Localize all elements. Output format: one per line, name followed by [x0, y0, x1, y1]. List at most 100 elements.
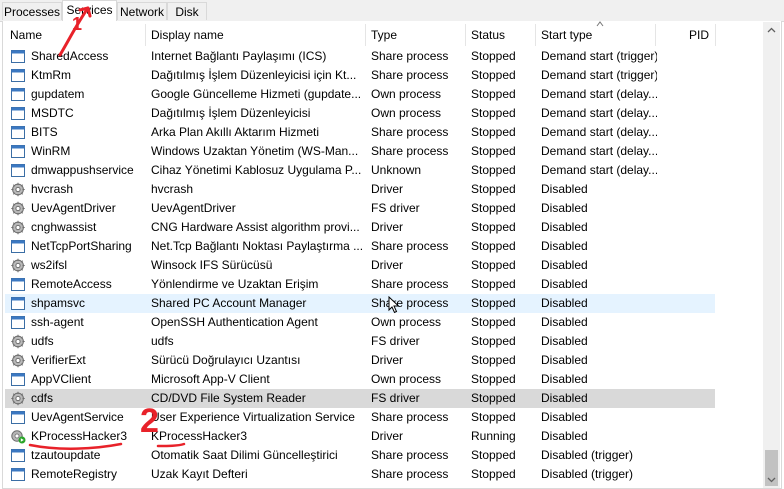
service-pid — [660, 85, 715, 104]
service-pid — [660, 446, 715, 465]
column-type-header[interactable]: Type — [366, 24, 466, 46]
service-name: VerifierExt — [31, 353, 86, 367]
service-start-type: Disabled — [541, 353, 588, 367]
service-pid — [660, 313, 715, 332]
service-display-name: udfs — [151, 334, 174, 348]
table-row[interactable]: ssh-agent OpenSSH Authentication Agent Own… — [5, 313, 715, 332]
service-name: hvcrash — [31, 182, 74, 196]
table-row[interactable]: KtmRm Dağıtılmış İşlem Düzenleyicisi için… — [5, 66, 715, 85]
table-row[interactable]: ws2ifsl Winsock IFS Sürücüsü Driver Stopped… — [5, 256, 715, 275]
service-type: Unknown — [371, 163, 422, 177]
service-name: UevAgentService — [31, 410, 124, 424]
table-row[interactable]: AppVClient Microsoft App-V Client Own proc… — [5, 370, 715, 389]
service-display-name: Winsock IFS Sürücüsü — [151, 258, 273, 272]
service-name: ssh-agent — [31, 315, 84, 329]
service-name: NetTcpPortSharing — [31, 239, 132, 253]
service-type: Share process — [371, 68, 449, 82]
service-pid — [660, 389, 715, 408]
table-row[interactable]: NetTcpPortSharing Net.Tcp Bağlantı Noktas… — [5, 237, 715, 256]
service-status: Stopped — [471, 277, 516, 291]
column-name-header[interactable]: Name — [5, 24, 146, 46]
table-row[interactable]: dmwappushservice Cihaz Yönetimi Kablosuz … — [5, 161, 715, 180]
tab-disk[interactable]: Disk — [167, 2, 207, 20]
table-row[interactable]: SharedAccess Internet Bağlantı Paylaşımı … — [5, 47, 715, 66]
table-row[interactable]: gupdatem Google Güncelleme Hizmeti (gupda… — [5, 85, 715, 104]
service-display-name: Dağıtılmış İşlem Düzenleyicisi için Kt..… — [151, 68, 357, 82]
table-row[interactable]: MSDTC Dağıtılmış İşlem Düzenleyicisi Own p… — [5, 104, 715, 123]
column-status-header[interactable]: Status — [466, 24, 536, 46]
table-row[interactable]: tzautoupdate Otomatik Saat Dilimi Güncell… — [5, 446, 715, 465]
service-start-type: Disabled — [541, 220, 588, 234]
table-row[interactable]: BITS Arka Plan Akıllı Aktarım Hizmeti Shar… — [5, 123, 715, 142]
column-display-name-header[interactable]: Display name — [146, 24, 366, 46]
service-pid — [660, 237, 715, 256]
table-row[interactable]: cdfs CD/DVD File System Reader FS driver St… — [5, 389, 715, 408]
service-status: Stopped — [471, 106, 516, 120]
table-row[interactable]: hvcrash hvcrash Driver Stopped Disabled — [5, 180, 715, 199]
vertical-scrollbar[interactable] — [763, 22, 780, 488]
service-pid — [660, 66, 715, 85]
service-status: Stopped — [471, 334, 516, 348]
service-type: FS driver — [371, 201, 420, 215]
service-type: Driver — [371, 429, 403, 443]
service-display-name: User Experience Virtualization Service — [151, 410, 355, 424]
scroll-up-arrow-icon[interactable] — [763, 22, 780, 39]
service-display-name: Yönlendirme ve Uzaktan Erişim — [151, 277, 319, 291]
service-display-name: Uzak Kayıt Defteri — [151, 467, 248, 481]
service-status: Stopped — [471, 296, 516, 310]
service-type: Share process — [371, 239, 449, 253]
scroll-down-arrow-icon[interactable] — [763, 471, 780, 488]
service-start-type: Disabled — [541, 239, 588, 253]
service-display-name: Net.Tcp Bağlantı Noktası Paylaştırma ... — [151, 239, 364, 253]
service-start-type: Disabled — [541, 410, 588, 424]
service-type: Share process — [371, 448, 449, 462]
service-status: Stopped — [471, 315, 516, 329]
service-name: MSDTC — [31, 106, 74, 120]
service-start-type: Disabled — [541, 296, 588, 310]
service-type: Own process — [371, 372, 442, 386]
service-status: Stopped — [471, 467, 516, 481]
table-row[interactable]: KProcessHacker3 KProcessHacker3 Driver Runn… — [5, 427, 715, 446]
table-row[interactable]: shpamsvc Shared PC Account Manager Share p… — [5, 294, 715, 313]
service-start-type: Disabled (trigger) — [541, 467, 634, 481]
service-type: Share process — [371, 410, 449, 424]
table-row[interactable]: WinRM Windows Uzaktan Yönetim (WS-Man... S… — [5, 142, 715, 161]
service-display-name: CNG Hardware Assist algorithm provi... — [151, 220, 360, 234]
column-pid-header[interactable]: PID — [656, 24, 716, 46]
service-pid — [660, 123, 715, 142]
service-type: Own process — [371, 87, 442, 101]
service-status: Stopped — [471, 353, 516, 367]
service-status: Stopped — [471, 201, 516, 215]
service-display-name: Google Güncelleme Hizmeti (gupdate... — [151, 87, 362, 101]
service-display-name: Internet Bağlantı Paylaşımı (ICS) — [151, 49, 327, 63]
service-name: dmwappushservice — [31, 163, 134, 177]
service-type: Share process — [371, 125, 449, 139]
table-row[interactable]: VerifierExt Sürücü Doğrulayıcı Uzantısı Dr… — [5, 351, 715, 370]
service-type: Share process — [371, 467, 449, 481]
table-row[interactable]: UevAgentService User Experience Virtualiz… — [5, 408, 715, 427]
service-start-type: Disabled — [541, 201, 588, 215]
service-pid — [660, 294, 715, 313]
service-status: Stopped — [471, 163, 516, 177]
tab-services[interactable]: Services — [62, 0, 117, 22]
service-status: Stopped — [471, 448, 516, 462]
table-row[interactable]: RemoteRegistry Uzak Kayıt Defteri Share pr… — [5, 465, 715, 484]
service-type: Driver — [371, 182, 403, 196]
tab-network[interactable]: Network — [117, 2, 167, 20]
service-display-name: hvcrash — [151, 182, 194, 196]
service-type: Driver — [371, 220, 403, 234]
service-status: Stopped — [471, 87, 516, 101]
service-pid — [660, 351, 715, 370]
service-pid — [660, 47, 715, 66]
table-row[interactable]: udfs udfs FS driver Stopped Disabled — [5, 332, 715, 351]
service-pid — [660, 161, 715, 180]
service-pid — [660, 408, 715, 427]
tab-processes[interactable]: Processes — [2, 2, 62, 20]
service-pid — [660, 256, 715, 275]
service-status: Stopped — [471, 258, 516, 272]
table-row[interactable]: UevAgentDriver UevAgentDriver FS driver Sto… — [5, 199, 715, 218]
service-name: gupdatem — [31, 87, 85, 101]
table-row[interactable]: cnghwassist CNG Hardware Assist algorithm… — [5, 218, 715, 237]
table-row[interactable]: RemoteAccess Yönlendirme ve Uzaktan Erişi… — [5, 275, 715, 294]
service-display-name: Arka Plan Akıllı Aktarım Hizmeti — [151, 125, 320, 139]
